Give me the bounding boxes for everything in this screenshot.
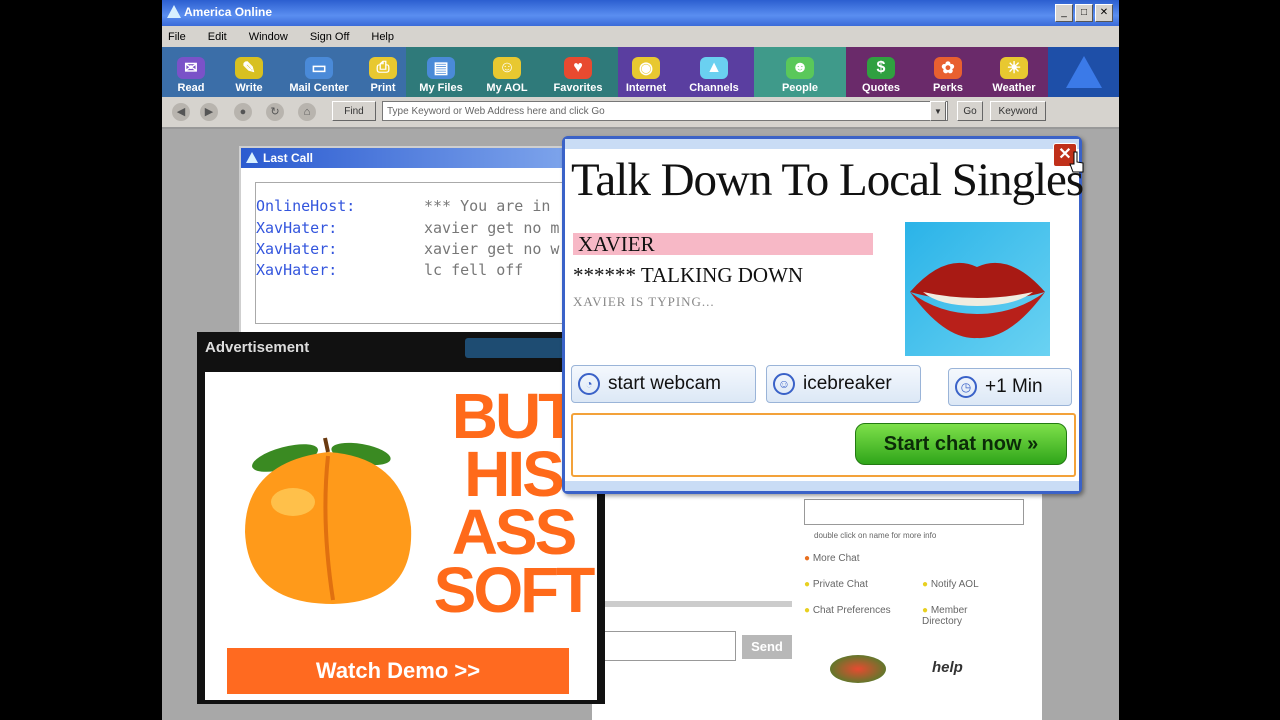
bullet-icon: ● — [804, 579, 811, 590]
popup-top-strip — [565, 139, 1079, 149]
people-icon: ☻ — [786, 57, 814, 79]
address-dropdown-icon[interactable]: ▼ — [930, 101, 946, 121]
menu-file[interactable]: File — [168, 31, 186, 43]
aol-logo-icon — [246, 152, 258, 163]
advertisement-panel: Advertisement BUT HIS ASS SOFT Watch Dem… — [197, 332, 605, 704]
printer-icon: ⎙ — [369, 57, 397, 79]
ad-body[interactable]: BUT HIS ASS SOFT Watch Demo >> — [205, 372, 597, 700]
people-list-box[interactable] — [804, 499, 1024, 525]
chat-preferences-link[interactable]: ● Chat Preferences — [804, 605, 904, 616]
stop-icon[interactable]: ● — [234, 103, 252, 121]
keyword-button[interactable]: Keyword — [990, 101, 1046, 121]
toolbar-people[interactable]: ☻ People — [754, 47, 846, 97]
toolbar-my-files[interactable]: ▤ My Files — [406, 47, 476, 97]
send-button[interactable]: Send — [742, 635, 792, 659]
gift-icon: ✿ — [934, 57, 962, 79]
toolbar-channels[interactable]: ▲ Channels — [674, 47, 754, 97]
home-icon[interactable]: ⌂ — [298, 103, 316, 121]
add-minute-button[interactable]: ◷ +1 Min — [948, 368, 1072, 406]
maximize-button[interactable]: □ — [1075, 4, 1093, 22]
message-input[interactable] — [592, 631, 736, 661]
notify-aol-link[interactable]: ● Notify AOL — [922, 579, 979, 590]
go-button[interactable]: Go — [957, 101, 983, 121]
bullet-icon: ● — [804, 553, 811, 564]
ad-headline-line: SOFT — [433, 554, 596, 626]
menu-help[interactable]: Help — [371, 31, 394, 43]
watch-demo-button[interactable]: Watch Demo >> — [227, 648, 569, 694]
lips-photo — [905, 222, 1050, 356]
typing-indicator: XAVIER IS TYPING... — [573, 294, 715, 309]
forward-icon[interactable]: ▶ — [200, 103, 218, 121]
window-titlebar: America Online _ □ ✕ — [162, 0, 1119, 26]
member-directory-link[interactable]: ● Member Directory — [922, 605, 1002, 627]
ad-headline-line: ASS — [451, 496, 578, 568]
toolbar-favorites[interactable]: ♥ Favorites — [538, 47, 618, 97]
main-toolbar: ✉ Read ✎ Write ▭ Mail Center ⎙ Print ▤ My Fil… — [162, 47, 1119, 97]
sun-icon: ☀ — [1000, 57, 1028, 79]
popup-bottom-strip — [565, 481, 1079, 491]
advertisement-header: Advertisement — [197, 332, 605, 364]
menu-window[interactable]: Window — [249, 31, 288, 43]
chat-sidebar: double click on name for more info ● Mor… — [592, 459, 1042, 720]
help-link[interactable]: help — [932, 659, 963, 676]
toolbar-perks[interactable]: ✿ Perks — [916, 47, 980, 97]
mail-icon: ✉ — [177, 57, 205, 79]
aol-logo-icon — [1065, 56, 1102, 88]
address-input[interactable]: Type Keyword or Web Address here and cli… — [382, 101, 948, 121]
start-webcam-button[interactable]: ◔ start webcam — [571, 365, 756, 403]
dollar-icon: $ — [867, 57, 895, 79]
toolbar-read[interactable]: ✉ Read — [162, 47, 220, 97]
back-icon[interactable]: ◀ — [172, 103, 190, 121]
popup-title: Talk Down To Local Singles — [571, 154, 1084, 206]
aol-logo-icon — [167, 5, 181, 18]
chat-log: OnlineHost: *** You are in XavHater: xavie… — [255, 182, 597, 324]
mailbox-icon: ▭ — [305, 57, 333, 79]
list-hint: double click on name for more info — [814, 531, 937, 540]
menu-sign-off[interactable]: Sign Off — [310, 31, 350, 43]
more-chat-link[interactable]: ● More Chat — [804, 553, 860, 564]
status-text: ****** TALKING DOWN — [573, 263, 804, 287]
start-chat-button[interactable]: Start chat now » — [855, 423, 1067, 465]
window-title: America Online — [184, 5, 273, 19]
hand-cursor-icon — [1069, 151, 1084, 173]
toolbar-write[interactable]: ✎ Write — [220, 47, 278, 97]
toolbar-mail-center[interactable]: ▭ Mail Center — [278, 47, 360, 97]
reload-icon[interactable]: ↻ — [266, 103, 284, 121]
pencil-icon: ✎ — [235, 57, 263, 79]
bullet-icon: ● — [922, 605, 929, 616]
singles-popup: Talk Down To Local Singles ✕ XAVIER ****… — [562, 136, 1084, 494]
icebreaker-button[interactable]: ☺ icebreaker — [766, 365, 921, 403]
peach-icon — [245, 437, 412, 604]
private-chat-link[interactable]: ● Private Chat — [804, 579, 868, 590]
chat-room-title: Last Call — [263, 151, 314, 165]
toolbar-print[interactable]: ⎙ Print — [360, 47, 406, 97]
find-button[interactable]: Find — [332, 101, 376, 121]
minimize-button[interactable]: _ — [1055, 4, 1073, 22]
toolbar-internet[interactable]: ◉ Internet — [618, 47, 674, 97]
person-icon: ☺ — [493, 57, 521, 79]
close-window-button[interactable]: ✕ — [1095, 4, 1113, 22]
aol-triangle-logo — [1048, 47, 1119, 97]
bullet-icon: ● — [804, 605, 811, 616]
menu-bar: File Edit Window Sign Off Help — [162, 26, 1119, 47]
chat-scrollbar[interactable] — [592, 601, 792, 607]
toolbar-weather[interactable]: ☀ Weather — [980, 47, 1048, 97]
bullet-icon: ● — [922, 579, 929, 590]
toolbar-quotes[interactable]: $ Quotes — [846, 47, 916, 97]
chat-entry-box[interactable]: Start chat now » — [571, 413, 1076, 477]
files-icon: ▤ — [427, 57, 455, 79]
menu-edit[interactable]: Edit — [208, 31, 227, 43]
webcam-icon: ◔ — [578, 373, 600, 395]
lips-logo-icon — [830, 655, 886, 683]
clock-icon: ◷ — [955, 376, 977, 398]
toolbar-my-aol[interactable]: ☺ My AOL — [476, 47, 538, 97]
globe-icon: ◉ — [632, 57, 660, 79]
heart-icon: ♥ — [564, 57, 592, 79]
smiley-icon: ☺ — [773, 373, 795, 395]
chat-partner-name: XAVIER — [573, 233, 873, 255]
channels-icon: ▲ — [700, 57, 728, 79]
aol-screen: America Online _ □ ✕ File Edit Window Si… — [162, 0, 1119, 720]
lips-icon — [910, 262, 1045, 339]
address-bar: ◀ ▶ ● ↻ ⌂ Find Type Keyword or Web Addre… — [162, 97, 1119, 129]
